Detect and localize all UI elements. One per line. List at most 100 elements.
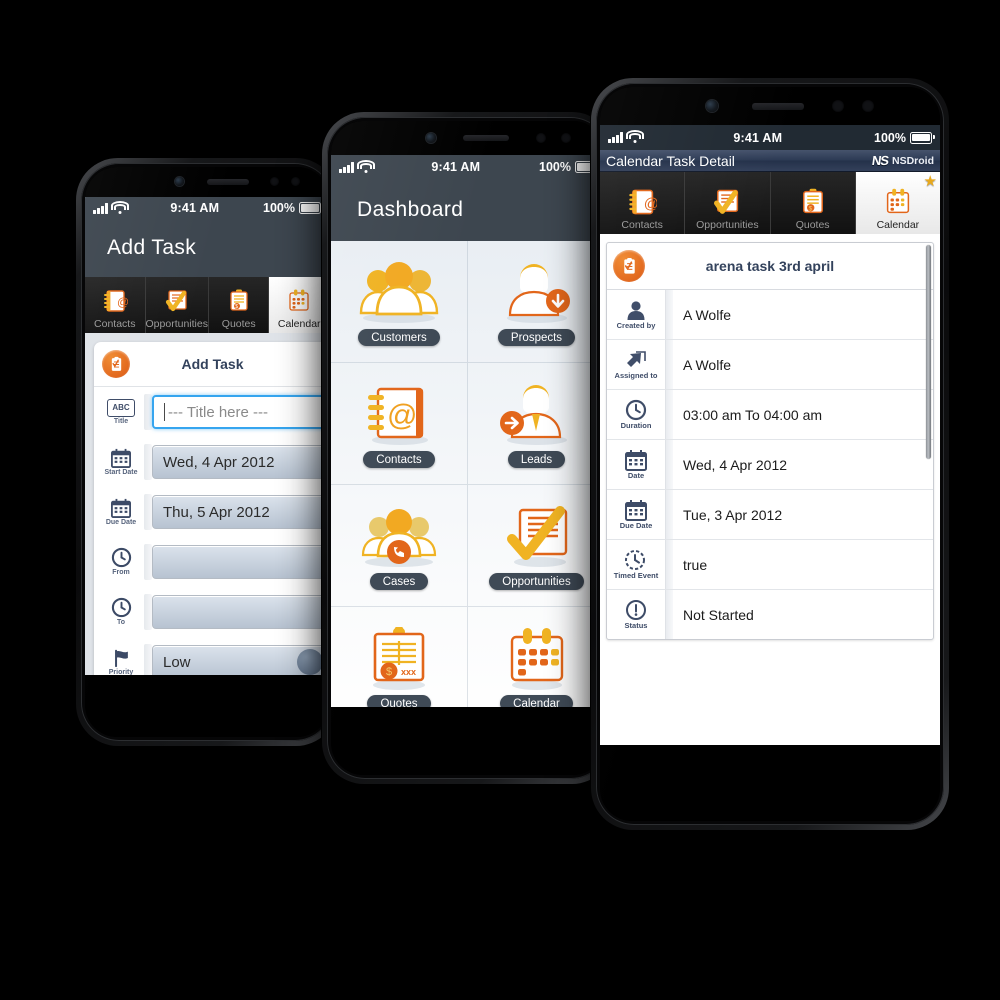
row-divider (665, 440, 673, 489)
light-sensor-icon (862, 100, 874, 112)
row-icon-group: To (98, 597, 144, 627)
dashboard-item-label: Quotes (367, 695, 431, 707)
status-left-group (339, 159, 375, 173)
due-date-value: Thu, 5 Apr 2012 (163, 503, 270, 521)
tab-quotes[interactable]: $ Quotes (771, 172, 856, 234)
priority-select[interactable]: Low (152, 645, 329, 675)
form-row-due-date: Due Date Thu, 5 Apr 2012 (94, 487, 329, 537)
phone-left-screen: 9:41 AM 100% Add Task @ Contacts Opportu… (85, 197, 329, 675)
row-caption: Duration (620, 421, 652, 430)
slider-knob[interactable] (297, 649, 323, 675)
light-sensor-icon (561, 133, 571, 143)
dashboard-item-customers[interactable]: Customers (331, 241, 468, 363)
clock-icon (111, 597, 131, 618)
title-input-value: --- Title here --- (168, 403, 269, 421)
row-caption: Assigned to (614, 370, 658, 380)
detail-row-assigned-to: Assigned to A Wolfe (607, 340, 933, 390)
status-clock: 9:41 AM (733, 130, 783, 145)
status-right-group: 100% (539, 160, 600, 174)
start-date-picker[interactable]: Wed, 4 Apr 2012 (152, 445, 329, 479)
dashboard-item-cases[interactable]: Cases (331, 485, 468, 607)
row-caption: To (116, 619, 126, 626)
vertical-scrollbar[interactable] (926, 245, 931, 459)
at-address-book-icon: @ (360, 379, 438, 447)
row-divider (144, 394, 152, 430)
row-icon-group: Status (607, 590, 665, 639)
phone-left-bezel: 9:41 AM 100% Add Task @ Contacts Opportu… (85, 167, 329, 737)
status-right-group: 100% (263, 201, 324, 215)
row-caption: Date (627, 471, 645, 480)
dashboard-item-leads[interactable]: Leads (468, 363, 605, 485)
title-input[interactable]: --- Title here --- (152, 395, 329, 429)
earpiece-speaker (752, 103, 804, 110)
tab-contacts[interactable]: @ Contacts (85, 277, 146, 333)
form-header: Add Task (94, 342, 329, 387)
status-left-group (608, 130, 644, 143)
dashboard-item-label: Contacts (363, 451, 435, 468)
tab-opportunities[interactable]: Opportunities (146, 277, 209, 333)
signal-bars-icon (608, 132, 623, 143)
group-phone-icon (355, 501, 443, 569)
tab-label: Calendar (876, 219, 920, 231)
from-time-picker[interactable] (152, 545, 329, 579)
task-title: arena task 3rd april (705, 258, 835, 274)
tab-quotes[interactable]: $ Quotes (209, 277, 270, 333)
task-clipboard-icon (102, 350, 130, 378)
calendar-icon (501, 623, 573, 691)
row-divider (665, 540, 673, 589)
row-divider (144, 544, 152, 580)
dashboard-item-label: Customers (358, 329, 440, 346)
due-date-picker[interactable]: Thu, 5 Apr 2012 (152, 495, 329, 529)
tab-label: Contacts (94, 318, 136, 330)
quote-clipboard-icon: $ (226, 286, 252, 316)
dashboard-item-calendar[interactable]: Calendar (468, 607, 605, 707)
status-clock: 9:41 AM (431, 160, 481, 174)
tab-calendar[interactable]: ★ Calendar (855, 172, 940, 234)
battery-percent: 100% (539, 160, 571, 174)
row-divider (665, 290, 673, 339)
row-divider (665, 340, 673, 389)
form-row-priority: Priority Low (94, 637, 329, 675)
wifi-icon (625, 130, 644, 143)
tab-contacts[interactable]: @ Contacts (600, 172, 686, 234)
person-down-arrow-icon (498, 257, 576, 325)
exclamation-icon (626, 600, 646, 620)
dashboard-item-prospects[interactable]: Prospects (468, 241, 605, 363)
calendar-icon (111, 498, 131, 518)
dashboard-item-contacts[interactable]: @ Contacts (331, 363, 468, 485)
row-caption: Due Date (619, 521, 653, 530)
status-bar-right: 9:41 AM 100% (600, 125, 940, 150)
row-icon-group: Timed Event (607, 540, 665, 589)
tab-bar-right: @ Contacts Opportunities $ (600, 172, 940, 234)
row-icon-group: Created by (607, 290, 665, 339)
star-badge-icon: ★ (923, 173, 937, 190)
row-caption: Timed Event (613, 571, 659, 580)
task-clipboard-icon (613, 250, 645, 282)
dashboard-grid: Customers Prospects @ Contacts Leads Cas… (331, 241, 605, 707)
contacts-book-icon: @ (102, 286, 128, 316)
row-caption: Due Date (105, 518, 137, 526)
dashboard-item-quotes[interactable]: $ xxx Quotes (331, 607, 468, 707)
abc-text-icon: ABC (107, 398, 135, 417)
wifi-icon (110, 200, 129, 214)
dashboard-item-opportunities[interactable]: Opportunities (468, 485, 605, 607)
priority-value: Low (163, 653, 191, 671)
phone-right: 9:41 AM 100% Calendar Task Detail NS NSD… (591, 78, 949, 830)
tab-label: Quotes (795, 219, 830, 231)
battery-icon (910, 131, 935, 144)
tab-label: Contacts (621, 219, 663, 231)
tab-calendar[interactable]: Calendar (269, 277, 329, 333)
light-sensor-icon (291, 177, 300, 186)
tab-opportunities[interactable]: Opportunities (685, 172, 771, 234)
calendar-icon (286, 286, 312, 316)
battery-icon (299, 202, 324, 214)
to-time-picker[interactable] (152, 595, 329, 629)
proximity-sensor-icon (270, 177, 279, 186)
status-right-group: 100% (874, 131, 935, 145)
row-icon-group: Assigned to (607, 340, 665, 389)
start-date-value: Wed, 4 Apr 2012 (163, 453, 275, 471)
phone-left: 9:41 AM 100% Add Task @ Contacts Opportu… (76, 158, 338, 746)
row-divider (665, 590, 673, 639)
group-people-icon (353, 257, 445, 325)
detail-value: 03:00 am To 04:00 am (683, 406, 823, 423)
